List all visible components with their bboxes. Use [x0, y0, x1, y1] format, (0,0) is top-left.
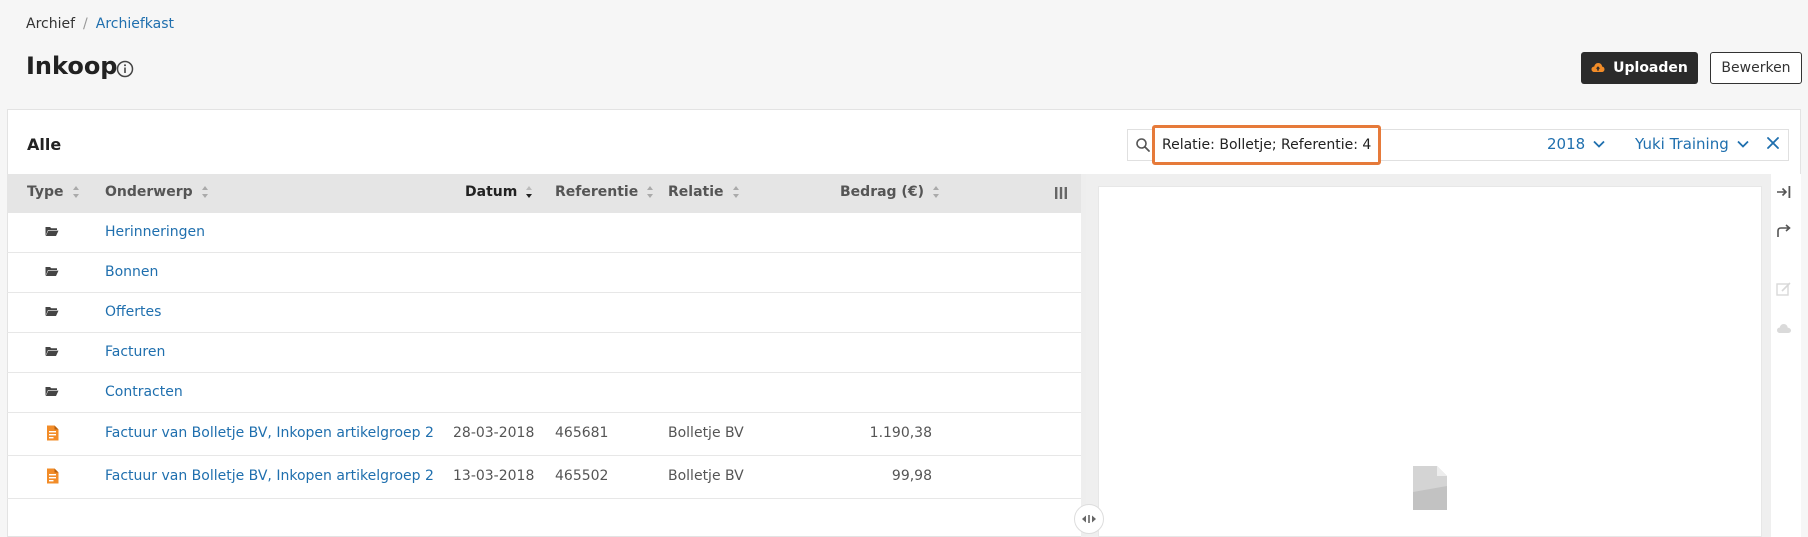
search-icon: [1136, 138, 1150, 152]
breadcrumb-separator: /: [83, 16, 88, 32]
chevron-down-icon: [1593, 140, 1605, 148]
document-amount: 99,98: [891, 468, 932, 484]
column-header-amount[interactable]: Bedrag (€): [840, 184, 940, 200]
close-icon[interactable]: [1765, 135, 1781, 151]
redirect-arrow-icon[interactable]: [1772, 219, 1796, 243]
document-date: 28-03-2018: [453, 425, 535, 441]
document-relation: Bolletje BV: [668, 468, 744, 484]
cloud-upload-icon: [1591, 63, 1605, 72]
breadcrumb: Archief / Archiefkast: [26, 16, 174, 32]
folder-link[interactable]: Offertes: [105, 304, 161, 320]
folder-open-icon: [45, 387, 59, 396]
table-row[interactable]: Bonnen: [7, 253, 1081, 293]
document-amount: 1.190,38: [869, 425, 932, 441]
sort-descending-icon: [526, 186, 533, 198]
sort-icon: [932, 186, 939, 198]
document-reference: 465681: [555, 425, 609, 441]
column-header-type[interactable]: Type: [27, 184, 80, 200]
column-picker-icon[interactable]: [1054, 185, 1068, 201]
invoice-document-icon: [47, 468, 59, 484]
column-header-type-label: Type: [27, 184, 64, 200]
breadcrumb-current-link[interactable]: Archiefkast: [96, 16, 174, 32]
company-dropdown[interactable]: Yuki Training: [1635, 135, 1749, 153]
table-body: Herinneringen Bonnen Offertes Facturen C…: [7, 213, 1081, 499]
column-header-date-label: Datum: [465, 184, 518, 200]
collapse-panel-icon[interactable]: [1772, 180, 1796, 204]
resize-handle-icon[interactable]: [1074, 504, 1104, 534]
company-dropdown-value: Yuki Training: [1635, 135, 1729, 153]
table-row[interactable]: Offertes: [7, 293, 1081, 333]
year-dropdown[interactable]: 2018: [1547, 135, 1605, 153]
folder-open-icon: [45, 267, 59, 276]
search-input[interactable]: [1162, 134, 1372, 156]
folder-link[interactable]: Contracten: [105, 384, 183, 400]
document-placeholder-icon: [1413, 466, 1447, 510]
year-dropdown-value: 2018: [1547, 135, 1586, 153]
table-row[interactable]: Contracten: [7, 373, 1081, 413]
document-relation: Bolletje BV: [668, 425, 744, 441]
invoice-document-icon: [47, 425, 59, 441]
edit-button[interactable]: Bewerken: [1710, 52, 1802, 84]
document-reference: 465502: [555, 468, 609, 484]
edit-icon: [1772, 277, 1796, 301]
column-header-relation[interactable]: Relatie: [668, 184, 740, 200]
sort-icon: [72, 186, 79, 198]
column-header-relation-label: Relatie: [668, 184, 724, 200]
upload-button[interactable]: Uploaden: [1581, 52, 1698, 84]
column-header-amount-label: Bedrag (€): [840, 184, 924, 200]
upload-button-label: Uploaden: [1613, 60, 1688, 76]
chevron-down-icon: [1737, 140, 1749, 148]
page-title: Inkoop: [26, 52, 118, 80]
folder-link[interactable]: Facturen: [105, 344, 165, 360]
document-subject-link[interactable]: Factuur van Bolletje BV, Inkopen artikel…: [105, 468, 434, 484]
cloud-icon: [1772, 317, 1796, 341]
folder-open-icon: [45, 307, 59, 316]
sort-icon: [201, 186, 208, 198]
column-header-subject-label: Onderwerp: [105, 184, 193, 200]
panel-title: Alle: [27, 135, 62, 154]
sort-icon: [732, 186, 739, 198]
document-date: 13-03-2018: [453, 468, 535, 484]
folder-open-icon: [45, 227, 59, 236]
sort-icon: [647, 186, 654, 198]
column-header-date[interactable]: Datum: [465, 184, 533, 200]
table-row[interactable]: Facturen: [7, 333, 1081, 373]
info-circle-icon[interactable]: [116, 60, 134, 78]
folder-link[interactable]: Bonnen: [105, 264, 158, 280]
breadcrumb-root[interactable]: Archief: [26, 16, 75, 32]
column-header-subject[interactable]: Onderwerp: [105, 184, 209, 200]
folder-open-icon: [45, 347, 59, 356]
column-header-reference[interactable]: Referentie: [555, 184, 654, 200]
document-subject-link[interactable]: Factuur van Bolletje BV, Inkopen artikel…: [105, 425, 434, 441]
table-row[interactable]: Factuur van Bolletje BV, Inkopen artikel…: [7, 456, 1081, 499]
table-row[interactable]: Herinneringen: [7, 213, 1081, 253]
column-header-reference-label: Referentie: [555, 184, 639, 200]
folder-link[interactable]: Herinneringen: [105, 224, 205, 240]
table-row[interactable]: Factuur van Bolletje BV, Inkopen artikel…: [7, 413, 1081, 456]
